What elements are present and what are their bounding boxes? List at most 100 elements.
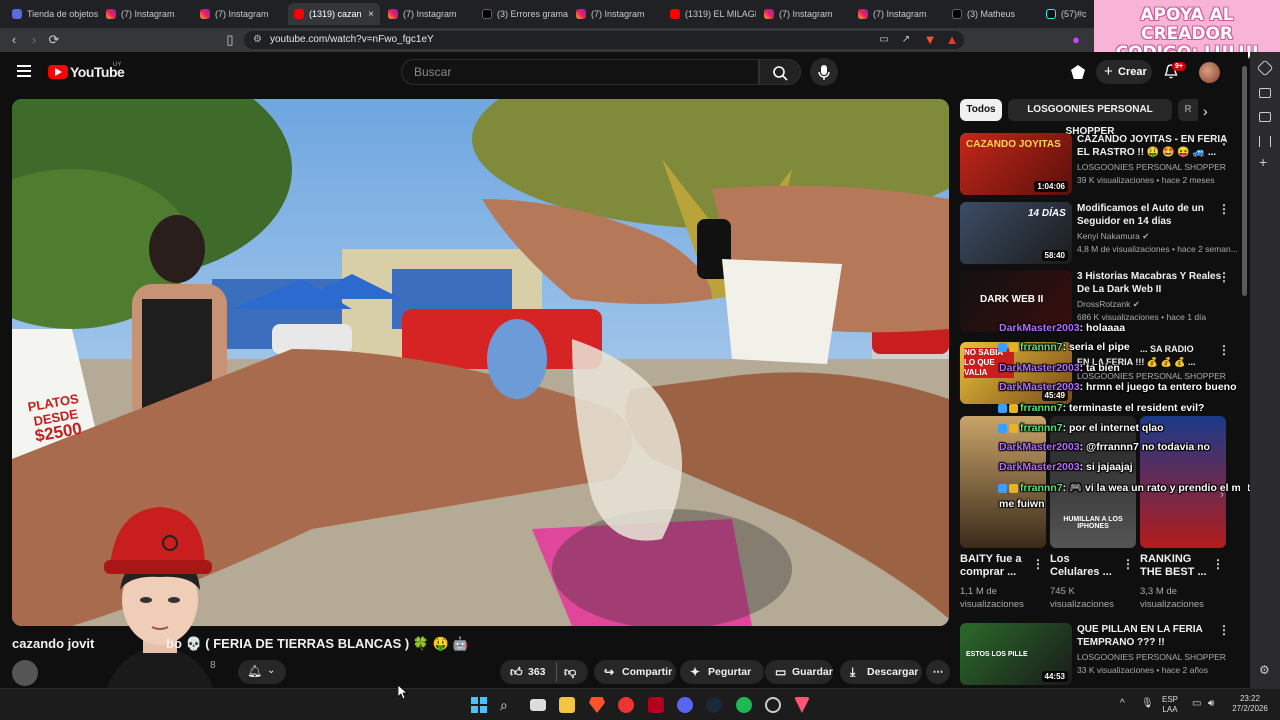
sidebar-video-thumb-1[interactable]: CAZANDO JOYITAS 1:04:06 <box>960 133 1072 195</box>
sidebar-video-thumb-5[interactable]: ESTOS LOS PILLE 44:53 <box>960 623 1072 685</box>
steam-icon[interactable] <box>706 697 722 713</box>
sidebar-channel-3[interactable]: DrossRotzank ✔ <box>1077 298 1140 310</box>
bookmark-icon[interactable]: ▯ <box>222 32 238 48</box>
ask-button[interactable]: ✦ Pegurtar <box>680 660 764 684</box>
kebab-menu-icon[interactable]: ⋮ <box>1218 202 1230 216</box>
search-icon[interactable]: ⌕ <box>500 697 516 713</box>
tab-label: (1319) EL MILAGR <box>685 9 756 19</box>
tray-expand-icon[interactable]: ^ <box>1120 699 1125 709</box>
volume-icon[interactable]: 🔊︎ <box>1208 699 1214 709</box>
voice-search-button[interactable] <box>810 58 838 86</box>
network-icon[interactable]: ▭ <box>1192 699 1201 709</box>
channel-avatar[interactable] <box>12 660 38 686</box>
sidebar-video-title-2[interactable]: Modificamos el Auto de un Seguidor en 14 … <box>1077 202 1204 228</box>
kebab-menu-icon[interactable]: ⋮ <box>1218 270 1230 284</box>
browser-tab[interactable]: (7) Instagram <box>852 3 944 25</box>
leo-ai-icon[interactable] <box>1256 59 1274 77</box>
browser-tab[interactable]: (3) Errores grama <box>476 3 568 25</box>
search-input[interactable]: Buscar <box>401 59 759 85</box>
sidebar-video-thumb-2[interactable]: 14 DÍAS 58:40 <box>960 202 1072 264</box>
create-button[interactable]: + Crear <box>1096 60 1152 84</box>
sidebar-video-title-5[interactable]: QUE PILLAN EN LA FERIA TEMPRANO ??? !! <box>1077 623 1203 649</box>
wallet-icon[interactable] <box>1259 112 1271 122</box>
kebab-menu-icon[interactable]: ⋮ <box>1218 623 1230 637</box>
browser-tab[interactable]: (7) Instagram <box>100 3 192 25</box>
like-count: 363 <box>528 666 546 678</box>
more-actions-button[interactable]: ⋯ <box>926 660 950 684</box>
forward-icon[interactable]: › <box>26 32 42 48</box>
close-tab-icon[interactable]: × <box>368 9 374 20</box>
reload-icon[interactable]: ⟳ <box>46 32 62 48</box>
discord-icon[interactable] <box>677 697 693 713</box>
language-indicator[interactable]: ESP LAA <box>1162 695 1178 715</box>
microphone-tray-icon[interactable]: 🎙︎ <box>1141 699 1154 709</box>
like-button[interactable]: 👍︎ <box>510 660 523 684</box>
chevron-right-icon[interactable]: › <box>1203 103 1208 119</box>
browser-tab[interactable]: (3) Matheus <box>946 3 1038 25</box>
obs-icon[interactable] <box>765 697 781 713</box>
short-title-2[interactable]: Los Celulares ... <box>1050 553 1112 579</box>
bookmarks-icon[interactable] <box>1259 136 1271 147</box>
adobe-icon[interactable] <box>648 697 664 713</box>
media-player-icon[interactable] <box>618 697 634 713</box>
browser-tab[interactable]: (7) Instagram <box>194 3 286 25</box>
task-view-icon[interactable] <box>530 699 546 711</box>
spotify-icon[interactable] <box>736 697 752 713</box>
rewards-icon[interactable]: ▲ <box>944 32 960 48</box>
gear-icon[interactable]: ⚙ <box>1259 664 1271 676</box>
page-scrollbar[interactable] <box>1240 52 1248 688</box>
chat-text: : terminaste el resident evil? <box>1062 402 1205 414</box>
kebab-menu-icon[interactable]: ⋮ <box>1122 557 1134 571</box>
save-button[interactable]: ▭ Guardar <box>765 660 833 684</box>
youtube-logo-icon[interactable] <box>48 65 68 79</box>
kebab-menu-icon[interactable]: ⋮ <box>1212 557 1224 571</box>
short-title-1[interactable]: BAITY fue a comprar ... <box>960 553 1022 579</box>
clock[interactable]: 23:22 27/2/2026 <box>1228 694 1272 714</box>
back-icon[interactable]: ‹ <box>6 32 22 48</box>
chat-username: frrannn7 <box>1020 482 1063 494</box>
sidebar-video-title-3[interactable]: 3 Historias Macabras Y Reales De La Dark … <box>1077 270 1221 296</box>
reading-list-icon[interactable] <box>1259 88 1271 98</box>
windows-start-icon[interactable] <box>471 697 487 713</box>
browser-tab[interactable]: (7) Instagram <box>758 3 850 25</box>
premium-icon[interactable] <box>1071 65 1085 79</box>
kebab-menu-icon[interactable]: ⋮ <box>1218 133 1230 147</box>
avatar[interactable] <box>1199 62 1220 83</box>
dislike-button[interactable]: 👎︎ <box>564 660 576 684</box>
site-info-icon[interactable]: ⚙ <box>253 31 262 49</box>
kebab-menu-icon[interactable]: ⋮ <box>1218 343 1230 357</box>
browser-tab[interactable]: Tienda de objetos <box>6 3 98 25</box>
clock-time: 23:22 <box>1239 694 1261 703</box>
short-title-3[interactable]: RANKING THE BEST ... <box>1140 553 1207 579</box>
sidebar-video-title-1[interactable]: CAZANDO JOYITAS - EN FERIA EL RASTRO !! 🤑… <box>1077 133 1227 159</box>
valorant-icon[interactable] <box>794 697 810 713</box>
kebab-menu-icon[interactable]: ⋮ <box>1032 557 1044 571</box>
brave-icon[interactable] <box>589 697 605 713</box>
download-button[interactable]: ⤓ Descargar <box>840 660 922 684</box>
file-explorer-icon[interactable] <box>559 697 575 713</box>
brave-shield-icon[interactable]: ▼ <box>922 32 938 48</box>
share-button[interactable]: ↪ Compartir <box>594 660 676 684</box>
browser-tab[interactable]: (7) Instagram <box>382 3 474 25</box>
browser-tab[interactable]: (1319) cazan × <box>288 3 380 25</box>
menu-icon[interactable] <box>17 65 31 77</box>
extension-icon[interactable]: ● <box>1068 32 1084 48</box>
address-bar[interactable]: ⚙ youtube.com/watch?v=nFwo_fgc1eY <box>244 31 964 49</box>
subscribe-bell-button[interactable]: 🔔︎ ⌄ <box>238 660 286 684</box>
cast-icon[interactable]: ▭ <box>876 32 892 48</box>
search-button[interactable] <box>759 59 801 85</box>
chip-partial[interactable]: R <box>1178 99 1198 121</box>
scrollbar-thumb[interactable] <box>1242 66 1247 296</box>
browser-tab[interactable]: (1319) EL MILAGR <box>664 3 756 25</box>
browser-tab[interactable]: (7) Instagram <box>570 3 662 25</box>
add-panel-icon[interactable]: + <box>1259 155 1271 169</box>
sidebar-channel-1[interactable]: LOSGOONIES PERSONAL SHOPPER <box>1077 161 1226 173</box>
share-icon[interactable]: ↗ <box>898 32 914 48</box>
sidebar-channel-2[interactable]: Kenyi Nakamura ✔ <box>1077 230 1149 242</box>
chip-channel[interactable]: LOSGOONIES PERSONAL SHOPPER <box>1008 99 1172 137</box>
sparkle-icon: ✦ <box>690 665 701 679</box>
sidebar-channel-5[interactable]: LOSGOONIES PERSONAL SHOPPER <box>1077 651 1226 663</box>
sidebar-video-title-4[interactable]: ... SA RADIO <box>1140 343 1194 356</box>
chip-all[interactable]: Todos <box>960 99 1002 121</box>
chat-badge-icon <box>998 342 1007 352</box>
